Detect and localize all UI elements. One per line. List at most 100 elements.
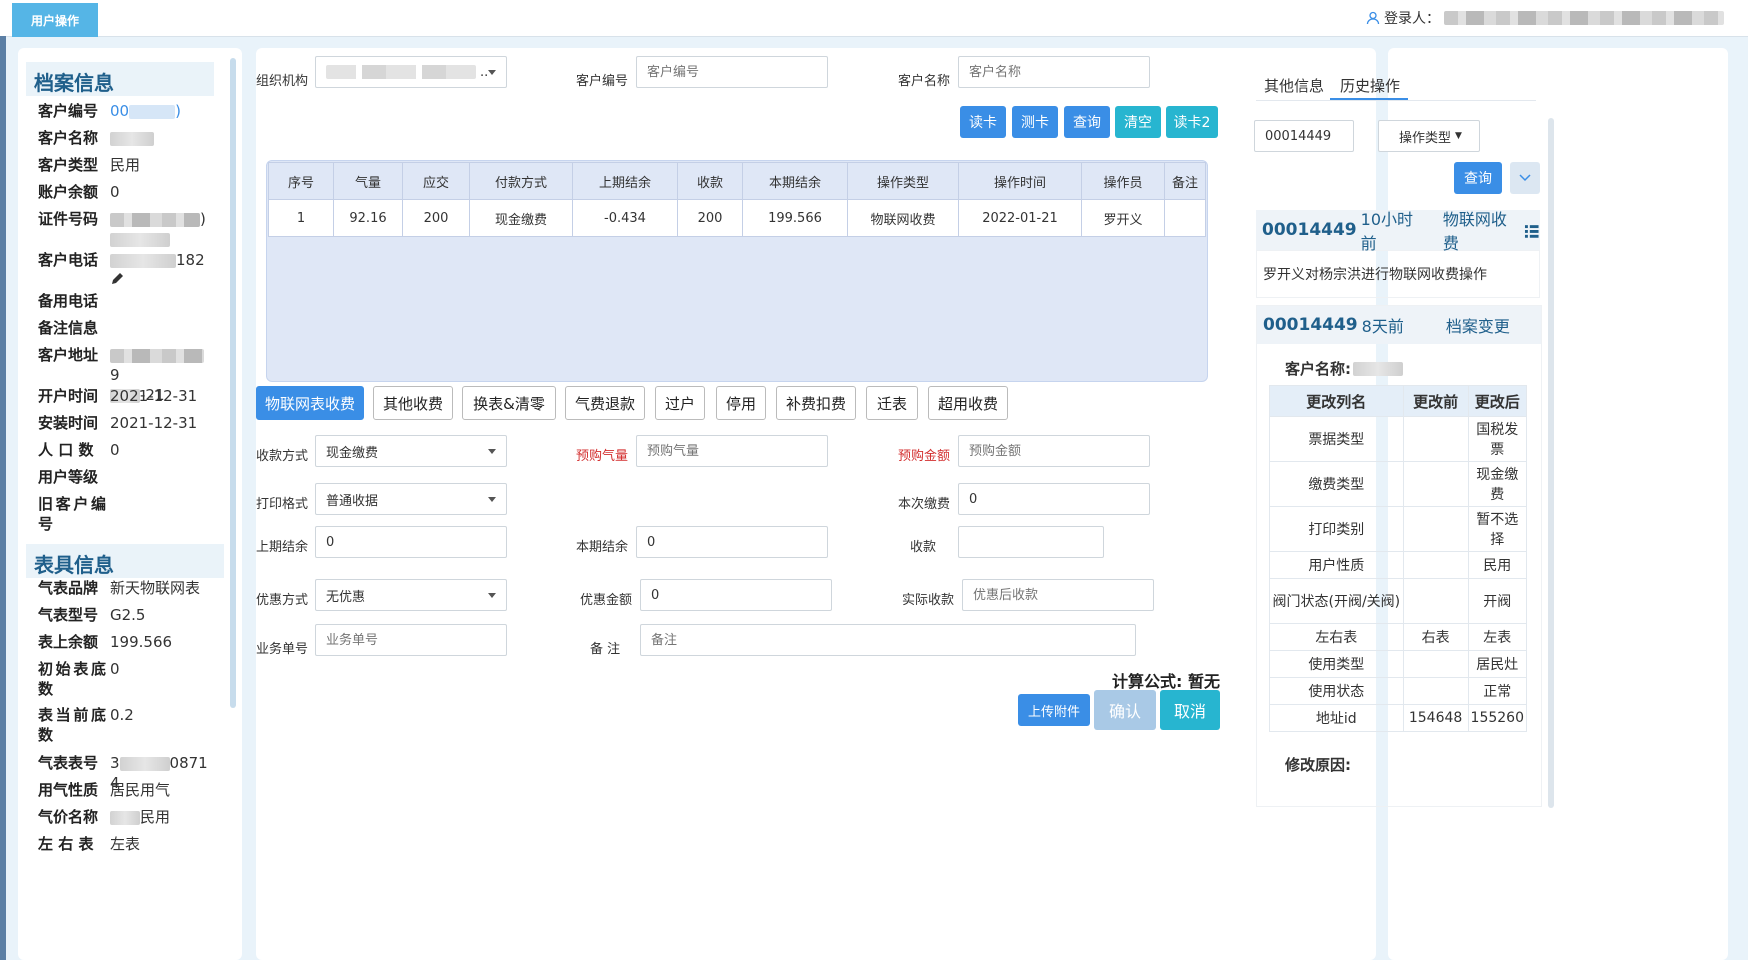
right-tabs-divider: [1256, 100, 1536, 101]
field-level: 用户等级: [38, 468, 99, 486]
field-remark: 备注信息: [38, 319, 99, 337]
col-seq: 序号: [268, 162, 334, 200]
org-label: 组织机构: [256, 74, 309, 89]
field-backup-phone: 备用电话: [38, 292, 99, 310]
chevron-down-icon: [1519, 174, 1531, 182]
field-population: 人 口 数 0: [38, 441, 120, 459]
col-remark: 备注: [1164, 162, 1206, 200]
records-table: 序号 气量 应交 付款方式 上期结余 收款 本期结余 操作类型 操作时间 操作员…: [268, 162, 1206, 237]
col-due: 应交: [402, 162, 470, 200]
col-cur-balance: 本期结余: [742, 162, 848, 200]
confirm-button[interactable]: 确认: [1094, 690, 1156, 730]
tab-iot-charge[interactable]: 物联网表收费: [256, 386, 364, 420]
field-open-time: 开户时间 2021-12-31: [38, 387, 198, 405]
this-pay-label: 本次缴费: [898, 497, 951, 512]
read-card2-button[interactable]: 读卡2: [1166, 106, 1218, 138]
history-query-input[interactable]: [1254, 120, 1354, 152]
cancel-button[interactable]: 取消: [1160, 690, 1220, 730]
actual-input[interactable]: [962, 579, 1154, 611]
collect-input[interactable]: [958, 526, 1104, 558]
field-current-reading: 表当前底数 0.2: [38, 706, 134, 744]
meter-title: 表具信息: [26, 544, 224, 578]
field-meter-brand: 气表品牌 新天物联网表: [38, 579, 201, 597]
pre-gas-input[interactable]: [636, 435, 828, 467]
edit-phone-icon[interactable]: [110, 270, 126, 286]
print-format-chevron-icon: [488, 497, 496, 502]
cust-no-label: 客户编号: [576, 74, 629, 89]
tab-supplement[interactable]: 补费扣费: [776, 386, 856, 420]
table-row: 使用类型 居民灶: [1269, 650, 1528, 678]
field-meter-balance: 表上余额 199.566: [38, 633, 173, 651]
discount-chevron-icon: [488, 593, 496, 598]
table-row[interactable]: 1 92.16 200 现金缴费 -0.434 200 199.566 物联网收…: [268, 199, 1206, 237]
tab-overuse-charge[interactable]: 超用收费: [928, 386, 1008, 420]
field-left-right: 左 右 表 左表: [38, 835, 141, 853]
right-scrollbar[interactable]: [1548, 118, 1554, 808]
col-pay-method: 付款方式: [469, 162, 573, 200]
collect-label: 收款: [910, 540, 937, 555]
user-icon: [1366, 11, 1380, 25]
pay-method-label: 收款方式: [256, 449, 309, 464]
note-label: 备 注: [590, 642, 621, 657]
field-gas-nature: 用气性质 居民用气: [38, 781, 171, 799]
cust-no-input[interactable]: [636, 56, 828, 88]
table-row: 用户性质 民用: [1269, 551, 1528, 579]
tab-move-meter[interactable]: 迁表: [866, 386, 918, 420]
cust-name-label: 客户名称: [898, 74, 951, 89]
read-card-button[interactable]: 读卡: [960, 106, 1006, 138]
field-install-time: 安装时间 2021-12-31: [38, 414, 198, 432]
cur-balance-label: 本期结余: [576, 540, 629, 555]
left-edge-bar: [0, 36, 6, 960]
pay-method-select[interactable]: 现金缴费: [315, 435, 507, 467]
bizno-label: 业务单号: [256, 642, 309, 657]
login-user-redacted: [1444, 11, 1724, 25]
tab-transfer[interactable]: 过户: [655, 386, 705, 420]
records-table-container: 序号 气量 应交 付款方式 上期结余 收款 本期结余 操作类型 操作时间 操作员…: [266, 160, 1208, 382]
field-customer-type: 客户类型 民用: [38, 156, 141, 174]
print-format-select[interactable]: 普通收据: [315, 483, 507, 515]
history-item-1[interactable]: 00014449 10小时前 物联网收费 罗开义对杨宗洪进行物联网收费操作: [1256, 210, 1540, 298]
field-old-no: 旧客户编号: [38, 495, 106, 533]
upload-attachment-button[interactable]: 上传附件: [1018, 694, 1090, 726]
list-icon: [1525, 225, 1540, 238]
tab-other-charge[interactable]: 其他收费: [373, 386, 453, 420]
discount-amount-input[interactable]: 0: [640, 579, 832, 611]
op-type-chevron-icon: ▼: [1455, 131, 1462, 141]
expand-chevron-button[interactable]: [1510, 162, 1540, 194]
customer-name-redacted: [1353, 361, 1403, 376]
table-row: 票据类型 国税发票: [1269, 416, 1528, 462]
tab-disable[interactable]: 停用: [716, 386, 766, 420]
cust-name-input[interactable]: [958, 56, 1150, 88]
field-init-reading: 初始表底数 0: [38, 660, 120, 698]
note-input[interactable]: [640, 624, 1136, 656]
login-label: 登录人：: [1384, 11, 1440, 27]
last-balance-label: 上期结余: [256, 540, 309, 555]
pre-amount-input[interactable]: [958, 435, 1150, 467]
field-balance: 账户余额 0: [38, 183, 120, 201]
tab-swap-meter[interactable]: 换表&清零: [462, 386, 556, 420]
org-select[interactable]: ..: [315, 56, 507, 88]
bizno-input[interactable]: [315, 624, 507, 656]
field-price: 气价名称 民用: [38, 808, 171, 826]
op-type-dropdown[interactable]: 操作类型 ▼: [1378, 120, 1480, 152]
org-select-chevron-icon: [488, 70, 496, 75]
change-table: 更改列名 更改前 更改后 票据类型 国税发票 缴费类型 现金缴费 打印类别 暂不选择 …: [1269, 385, 1528, 732]
tab-refund[interactable]: 气费退款: [565, 386, 645, 420]
discount-select[interactable]: 无优惠: [315, 579, 507, 611]
clear-button[interactable]: 清空: [1115, 106, 1161, 138]
left-scrollbar[interactable]: [230, 58, 236, 708]
tab-other-info[interactable]: 其他信息: [1264, 75, 1324, 96]
table-row: 左右表 右表 左表: [1269, 623, 1528, 651]
cur-balance-input[interactable]: 0: [636, 526, 828, 558]
field-id-number: 证件号码 ): [38, 209, 210, 250]
history-query-button[interactable]: 查询: [1454, 162, 1502, 194]
tab-user-operation[interactable]: 用户操作: [12, 3, 98, 37]
history-item-2[interactable]: 00014449 8天前 档案变更 客户名称: 更改列名 更改前 更改后 票据类…: [1256, 305, 1542, 807]
col-gas: 气量: [333, 162, 403, 200]
search-button[interactable]: 查询: [1064, 106, 1110, 138]
test-card-button[interactable]: 测卡: [1012, 106, 1058, 138]
this-pay-input[interactable]: 0: [958, 483, 1150, 515]
last-balance-input[interactable]: 0: [315, 526, 507, 558]
tab-history[interactable]: 历史操作: [1340, 75, 1400, 96]
col-op-type: 操作类型: [847, 162, 959, 200]
